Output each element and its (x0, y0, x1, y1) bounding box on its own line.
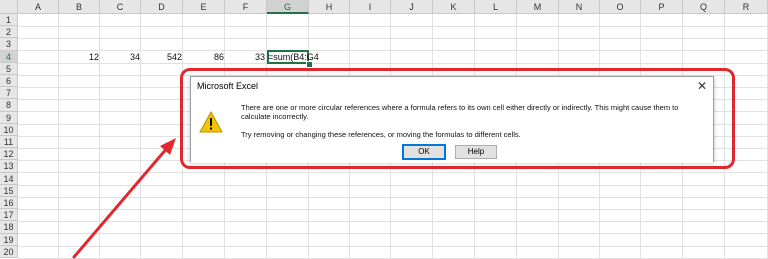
dialog-title: Microsoft Excel (197, 81, 259, 91)
grid-line-horizontal (18, 38, 768, 40)
cell-E4[interactable]: 86 (183, 51, 224, 63)
row-header-18[interactable]: 18 (0, 221, 18, 234)
close-icon[interactable]: ✕ (697, 79, 707, 93)
row-header-11[interactable]: 11 (0, 136, 18, 149)
row-header-10[interactable]: 10 (0, 123, 18, 136)
column-header-I[interactable]: I (350, 0, 391, 14)
circular-reference-dialog: Microsoft Excel ✕ There are one or more … (190, 76, 714, 163)
row-header-14[interactable]: 14 (0, 172, 18, 185)
grid-line-horizontal (18, 245, 768, 247)
grid-line-horizontal (18, 62, 768, 64)
row-header-15[interactable]: 15 (0, 184, 18, 197)
fill-handle[interactable] (306, 60, 313, 68)
row-header-7[interactable]: 7 (0, 87, 18, 100)
dialog-message-secondary: Try removing or changing these reference… (241, 130, 521, 139)
help-button[interactable]: Help (455, 145, 497, 159)
row-header-16[interactable]: 16 (0, 197, 18, 210)
row-header-6[interactable]: 6 (0, 75, 18, 88)
warning-icon (199, 111, 223, 133)
row-header-3[interactable]: 3 (0, 38, 18, 51)
cell-D4[interactable]: 542 (141, 51, 182, 63)
cell-B4[interactable]: 12 (59, 51, 99, 63)
column-header-J[interactable]: J (391, 0, 433, 14)
grid-line-horizontal (18, 196, 768, 198)
grid-line-horizontal (18, 172, 768, 174)
row-header-17[interactable]: 17 (0, 209, 18, 222)
row-header-2[interactable]: 2 (0, 26, 18, 39)
row-header-9[interactable]: 9 (0, 111, 18, 124)
column-header-P[interactable]: P (641, 0, 683, 14)
cell-C4[interactable]: 34 (100, 51, 140, 63)
row-header-20[interactable]: 20 (0, 245, 18, 258)
grid-line-horizontal (18, 233, 768, 235)
ok-button[interactable]: OK (402, 144, 446, 160)
grid-line-horizontal (18, 221, 768, 223)
column-header-L[interactable]: L (475, 0, 517, 14)
grid-line-horizontal (18, 184, 768, 186)
column-header-K[interactable]: K (433, 0, 475, 14)
cell-F4[interactable]: 33 (225, 51, 265, 63)
row-header-19[interactable]: 19 (0, 233, 18, 246)
select-all-corner[interactable] (0, 0, 18, 14)
row-header-1[interactable]: 1 (0, 14, 18, 27)
dialog-message-primary: There are one or more circular reference… (241, 103, 679, 121)
grid-line-horizontal (18, 209, 768, 210)
column-header-E[interactable]: E (183, 0, 225, 14)
dialog-titlebar[interactable]: Microsoft Excel ✕ (191, 77, 713, 97)
column-header-R[interactable]: R (725, 0, 768, 14)
row-header-12[interactable]: 12 (0, 148, 18, 161)
column-header-F[interactable]: F (225, 0, 267, 14)
column-header-M[interactable]: M (517, 0, 559, 14)
column-header-N[interactable]: N (559, 0, 600, 14)
column-header-C[interactable]: C (100, 0, 141, 14)
dialog-body: There are one or more circular reference… (191, 97, 713, 163)
row-header-8[interactable]: 8 (0, 99, 18, 112)
column-header-G[interactable]: G (267, 0, 309, 14)
grid-line-horizontal (18, 26, 768, 27)
column-header-O[interactable]: O (600, 0, 641, 14)
row-header-13[interactable]: 13 (0, 160, 18, 173)
column-header-Q[interactable]: Q (683, 0, 725, 14)
column-header-D[interactable]: D (141, 0, 183, 14)
row-header-5[interactable]: 5 (0, 62, 18, 75)
column-header-B[interactable]: B (59, 0, 100, 14)
column-header-A[interactable]: A (18, 0, 59, 14)
row-header-4[interactable]: 4 (0, 50, 18, 63)
column-header-H[interactable]: H (309, 0, 350, 14)
